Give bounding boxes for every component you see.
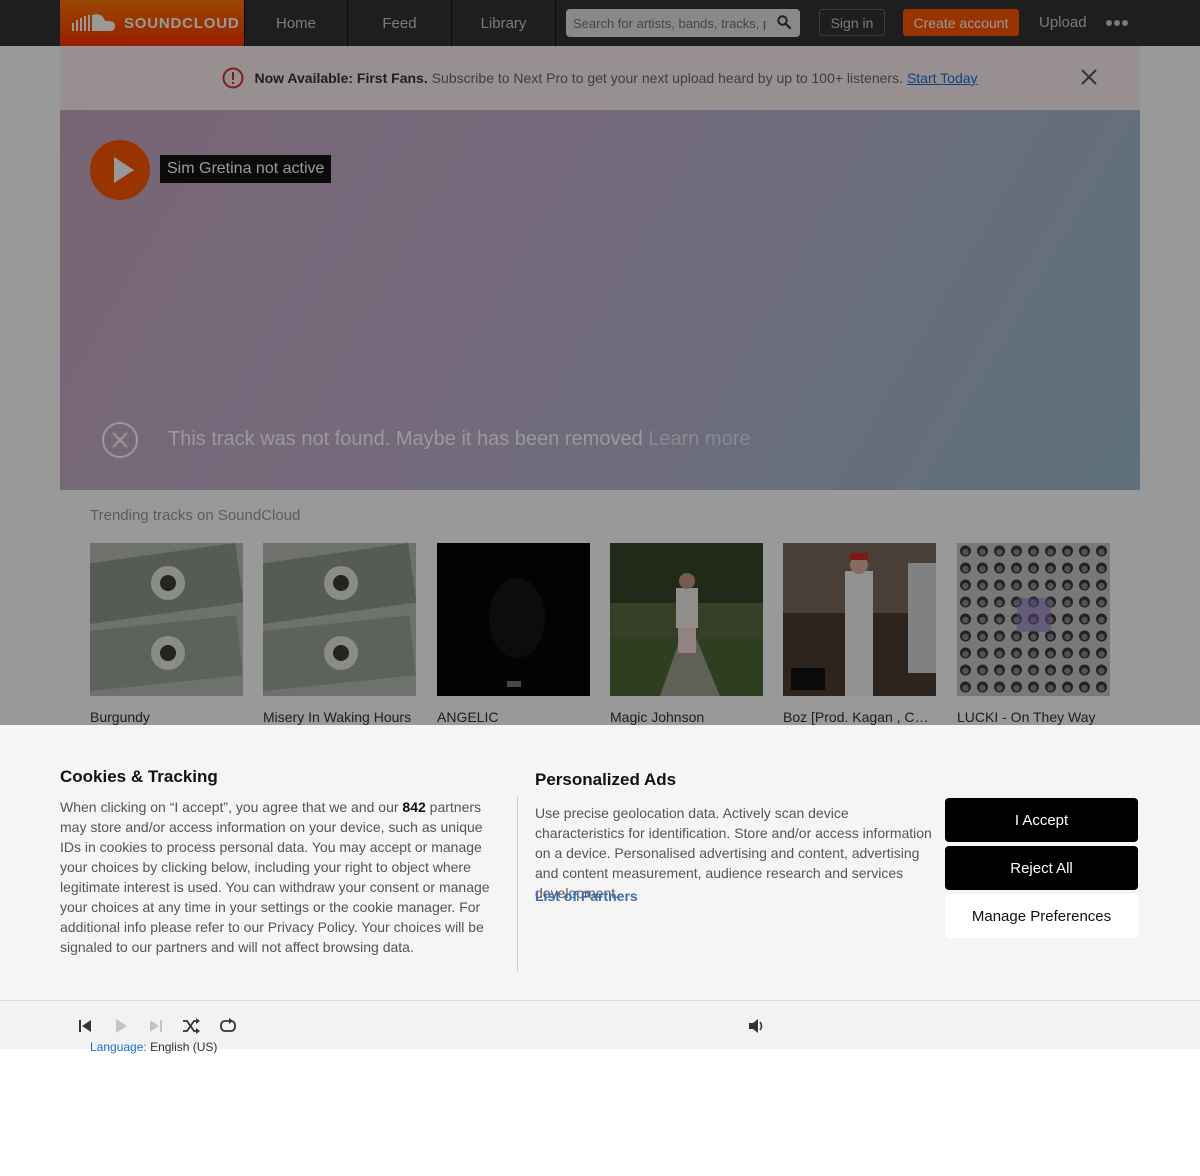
cookie-consent-panel: Cookies & Tracking When clicking on “I a… — [0, 725, 1200, 1000]
search-box — [566, 9, 800, 37]
nav-feed[interactable]: Feed — [348, 0, 452, 46]
track-cover[interactable] — [957, 543, 1110, 696]
trending-track[interactable]: Boz [Prod. Kagan , Cha... — [783, 543, 936, 725]
sign-in-button[interactable]: Sign in — [819, 9, 885, 36]
track-title: Sim Gretina not active — [160, 155, 332, 183]
start-today-link[interactable]: Start Today — [907, 70, 978, 86]
search-icon[interactable] — [777, 15, 791, 29]
accept-button[interactable]: I Accept — [945, 798, 1138, 842]
skip-next-icon[interactable] — [147, 1017, 165, 1035]
search-input[interactable] — [566, 9, 766, 37]
language-label: Language: — [90, 1040, 147, 1054]
manage-preferences-button[interactable]: Manage Preferences — [945, 894, 1138, 938]
close-icon[interactable] — [1080, 68, 1098, 86]
track-title-text[interactable]: Magic Johnson — [610, 709, 763, 725]
partner-count: 842 — [402, 799, 426, 815]
list-of-partners-link[interactable]: List of Partners — [535, 888, 638, 904]
repeat-icon[interactable] — [219, 1017, 237, 1035]
banner-headline: Now Available: First Fans. — [254, 70, 428, 86]
logo-text: SOUNDCLOUD — [124, 14, 240, 32]
track-cover[interactable] — [437, 543, 590, 696]
banner-text: Subscribe to Next Pro to get your next u… — [431, 70, 903, 86]
alert-circle-icon — [222, 67, 244, 89]
language-value: English (US) — [150, 1040, 218, 1054]
trending-track[interactable]: Magic Johnson — [610, 543, 763, 725]
play-button[interactable] — [90, 140, 150, 200]
track-title-text[interactable]: Boz [Prod. Kagan , Cha... — [783, 709, 936, 725]
upload-link[interactable]: Upload — [1039, 14, 1087, 31]
trending-track[interactable]: ANGELIC — [437, 543, 590, 725]
cloud-logo-icon — [72, 14, 115, 31]
not-found-text: This track was not found. Maybe it has b… — [168, 428, 643, 450]
trending-heading: Trending tracks on SoundCloud — [90, 507, 301, 524]
soundcloud-logo[interactable]: SOUNDCLOUD — [60, 0, 244, 46]
track-cover[interactable] — [610, 543, 763, 696]
play-icon[interactable] — [112, 1017, 130, 1035]
skip-previous-icon[interactable] — [76, 1017, 94, 1035]
track-title-text[interactable]: Misery In Waking Hours — [263, 709, 416, 725]
shuffle-icon[interactable] — [182, 1017, 200, 1035]
consent-body-end: partners may store and/or access informa… — [60, 799, 490, 955]
volume-icon[interactable] — [747, 1017, 765, 1035]
nav-library[interactable]: Library — [452, 0, 556, 46]
track-title-text[interactable]: ANGELIC — [437, 709, 590, 725]
track-title-text[interactable]: Burgundy — [90, 709, 243, 725]
trending-track[interactable]: LUCKI - On They Way — [957, 543, 1110, 725]
trending-track[interactable]: Misery In Waking Hours — [249, 542, 417, 725]
nav-home[interactable]: Home — [244, 0, 348, 46]
trending-track[interactable]: Burgundy — [76, 542, 244, 725]
error-x-icon — [102, 422, 138, 458]
track-title-text[interactable]: LUCKI - On They Way — [957, 709, 1110, 725]
consent-body: When clicking on “I accept”, you agree t… — [60, 797, 504, 957]
reject-all-button[interactable]: Reject All — [945, 846, 1138, 890]
track-cover[interactable] — [76, 542, 244, 696]
consent-body-start: When clicking on “I accept”, you agree t… — [60, 799, 399, 815]
track-cover[interactable] — [249, 542, 417, 696]
top-header: SOUNDCLOUD Home Feed Library Sign in Cre… — [0, 0, 1200, 46]
promo-banner: Now Available: First Fans. Subscribe to … — [60, 46, 1140, 110]
track-not-found-message: This track was not found. Maybe it has b… — [168, 428, 751, 451]
consent-divider — [517, 797, 518, 971]
consent-title: Cookies & Tracking — [60, 767, 218, 786]
learn-more-link[interactable]: Learn more — [648, 428, 750, 450]
language-selector[interactable]: Language: English (US) — [90, 1040, 217, 1054]
track-cover[interactable] — [783, 543, 936, 696]
more-options-icon[interactable] — [1105, 19, 1129, 27]
track-hero: Sim Gretina not active This track was no… — [60, 110, 1140, 490]
create-account-button[interactable]: Create account — [903, 9, 1019, 36]
personalized-ads-title: Personalized Ads — [535, 770, 677, 789]
